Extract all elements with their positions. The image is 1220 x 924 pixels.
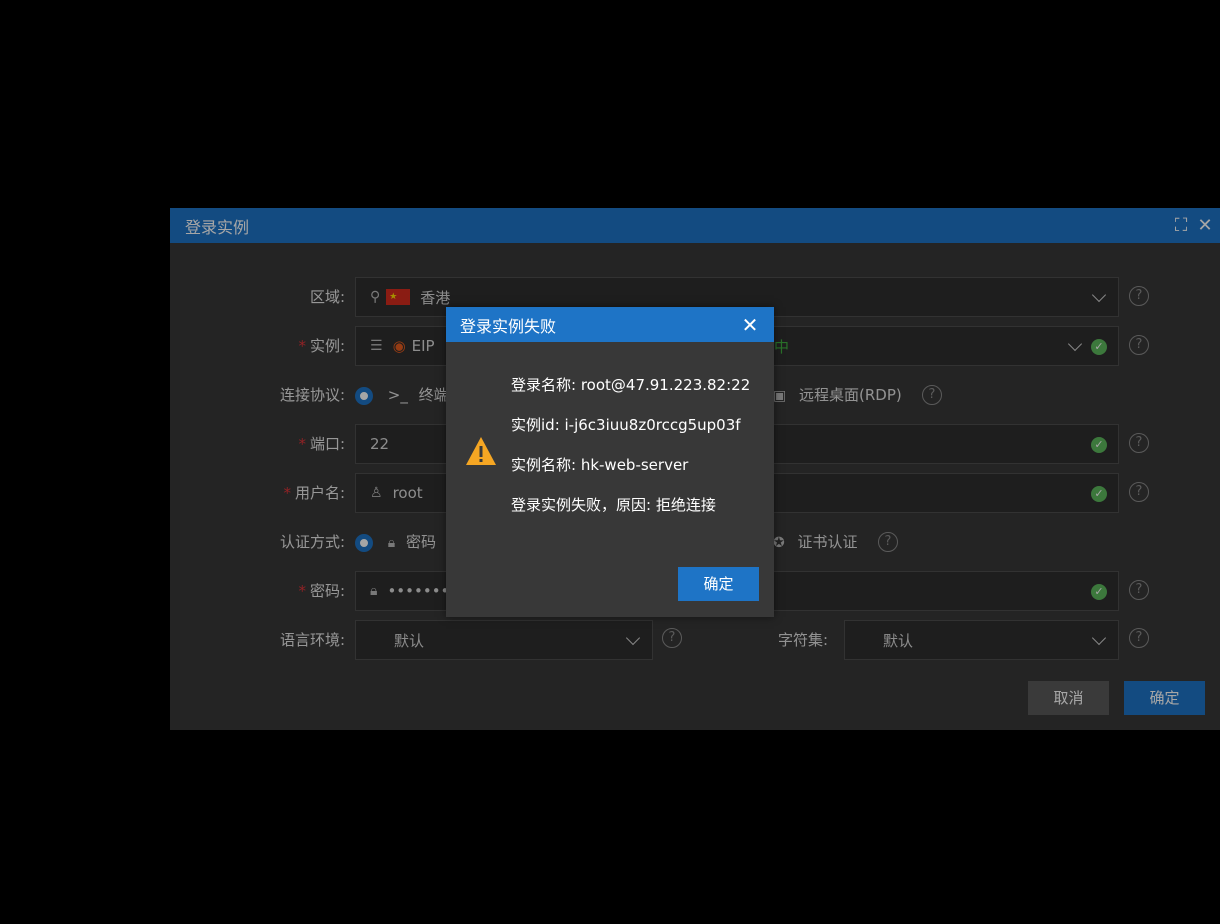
- error-dialog-title: 登录实例失败: [460, 316, 557, 336]
- error-confirm-button[interactable]: 确定: [678, 567, 759, 601]
- failure-reason-text: 登录实例失败，原因: 拒绝连接: [511, 496, 716, 514]
- instance-name-text: 实例名称: hk-web-server: [511, 456, 689, 474]
- error-dialog-header: 登录实例失败 ✕: [446, 307, 774, 342]
- login-failed-dialog: 登录实例失败 ✕ 登录名称: root@47.91.223.82:22 实例id…: [446, 307, 774, 617]
- instance-id-text: 实例id: i-j6c3iuu8z0rccg5up03f: [511, 416, 741, 434]
- close-icon[interactable]: ✕: [740, 313, 760, 337]
- login-name-text: 登录名称: root@47.91.223.82:22: [511, 376, 751, 394]
- warning-icon: [466, 437, 496, 465]
